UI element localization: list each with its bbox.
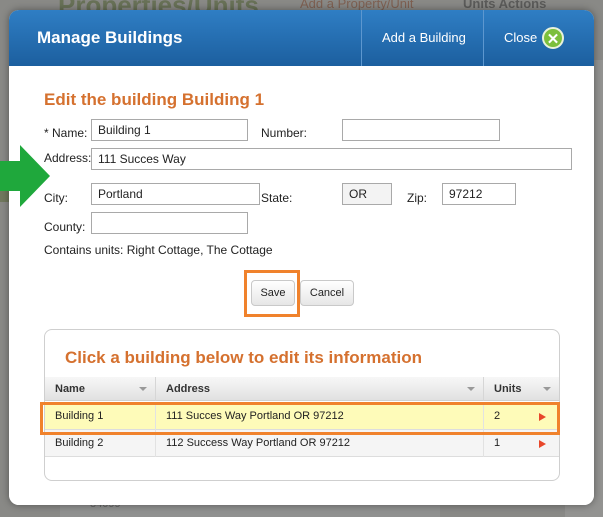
buildings-list-heading: Click a building below to edit its infor… xyxy=(65,348,423,367)
selected-row-highlight xyxy=(40,402,560,435)
county-label: County: xyxy=(44,220,86,234)
city-input[interactable] xyxy=(91,183,260,205)
zip-label: Zip: xyxy=(407,191,428,205)
zip-input[interactable] xyxy=(442,183,516,205)
state-label: State: xyxy=(261,191,293,205)
modal-header: Manage Buildings Add a Building Close ✕ xyxy=(9,10,594,66)
header-divider xyxy=(483,10,484,66)
county-input[interactable] xyxy=(91,212,248,234)
column-header-address[interactable]: Address xyxy=(156,377,484,401)
column-header-label: Units xyxy=(494,383,522,395)
contains-units-text: Contains units: Right Cottage, The Cotta… xyxy=(44,243,273,257)
number-input[interactable] xyxy=(342,119,500,141)
close-icon[interactable]: ✕ xyxy=(542,27,564,49)
play-arrow-icon[interactable] xyxy=(539,440,546,448)
column-header-units[interactable]: Units xyxy=(484,377,559,401)
column-header-name[interactable]: Name xyxy=(45,377,156,401)
edit-building-heading: Edit the building Building 1 xyxy=(44,90,265,109)
city-label: City: xyxy=(44,191,68,205)
dropdown-arrow-icon[interactable] xyxy=(139,387,147,391)
header-divider xyxy=(361,10,362,66)
state-input[interactable] xyxy=(342,183,392,205)
address-input[interactable] xyxy=(91,148,572,170)
close-link[interactable]: Close xyxy=(504,30,537,45)
column-header-label: Name xyxy=(55,383,85,395)
name-label: * Name: xyxy=(44,126,88,140)
dropdown-arrow-icon[interactable] xyxy=(543,387,551,391)
save-button-highlight xyxy=(244,270,300,317)
cancel-button[interactable]: Cancel xyxy=(300,280,354,306)
number-label: Number: xyxy=(261,126,308,140)
dropdown-arrow-icon[interactable] xyxy=(467,387,475,391)
name-input[interactable] xyxy=(91,119,248,141)
add-building-link[interactable]: Add a Building xyxy=(382,30,466,45)
column-header-label: Address xyxy=(166,383,211,395)
modal-title: Manage Buildings xyxy=(37,28,183,47)
